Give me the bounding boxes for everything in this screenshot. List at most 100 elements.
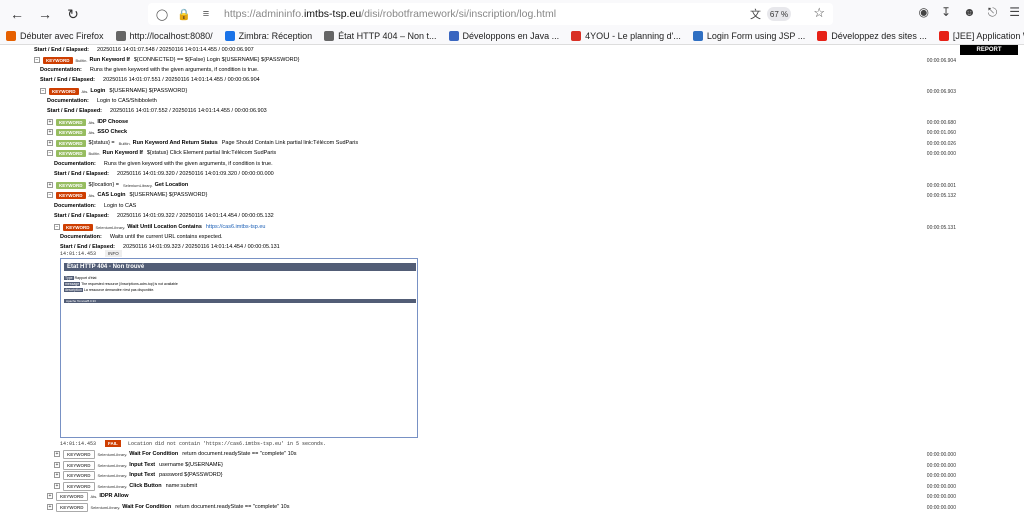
bookmark-item[interactable]: [JEE] Application Web... bbox=[938, 31, 1024, 41]
bookmark-item[interactable]: 4YOU - Le planning d'... bbox=[571, 31, 681, 41]
fail-message: Location did not contain 'https://cas6.i… bbox=[128, 441, 327, 447]
message-timestamp: 14:01:14.453 bbox=[60, 251, 97, 257]
embed-type: Type Rapport d'état bbox=[64, 276, 97, 280]
menu-icon[interactable]: ☰ bbox=[1009, 5, 1020, 20]
keyword-row[interactable]: − KEYWORD SeleniumLibrary. Wait Until Lo… bbox=[54, 223, 269, 231]
collapse-toggle[interactable]: − bbox=[47, 192, 53, 198]
collapse-toggle[interactable]: − bbox=[47, 150, 53, 156]
expand-toggle[interactable]: + bbox=[47, 493, 53, 499]
url-text[interactable]: https://admininfo.imtbs-tsp.eu/disi/robo… bbox=[224, 8, 556, 20]
keyword-row[interactable]: − KEYWORD Builtin. Run Keyword If ${stat… bbox=[47, 149, 280, 157]
keyword-badge: KEYWORD bbox=[56, 139, 86, 147]
keyword-badge: KEYWORD bbox=[63, 223, 93, 231]
elapsed-time: 00:00:00.000 bbox=[926, 494, 956, 500]
expand-toggle[interactable]: + bbox=[54, 451, 60, 457]
robot-log: REPORT Start / End / Elapsed: 20250116 1… bbox=[0, 45, 1024, 517]
keyword-row[interactable]: + KEYWORD SeleniumLibrary. Wait For Cond… bbox=[47, 502, 293, 512]
keyword-badge: KEYWORD bbox=[56, 149, 86, 157]
bookmark-label: Zimbra: Réception bbox=[238, 31, 313, 41]
expand-toggle[interactable]: + bbox=[54, 483, 60, 489]
jsp-icon bbox=[692, 31, 703, 41]
bookmark-label: Login Form using JSP ... bbox=[706, 31, 806, 41]
keyword-row[interactable]: + KEYWORD ${location} = SeleniumLibrary.… bbox=[47, 181, 192, 189]
shield-icon[interactable]: ◯ bbox=[154, 8, 170, 21]
keyword-badge: KEYWORD bbox=[56, 128, 86, 136]
bookmark-item[interactable]: Login Form using JSP ... bbox=[692, 31, 806, 41]
bookmark-item[interactable]: État HTTP 404 – Non t... bbox=[324, 31, 437, 41]
keyword-badge: KEYWORD bbox=[56, 191, 86, 199]
doc-row: Documentation: Login to CAS bbox=[54, 203, 137, 209]
keyword-row[interactable]: − KEYWORD Builtin. Run Keyword If ${CONN… bbox=[34, 56, 958, 64]
collapse-toggle[interactable]: − bbox=[54, 224, 60, 230]
elapsed-time: 00:00:05.132 bbox=[926, 193, 956, 199]
bookmark-label: Débuter avec Firefox bbox=[20, 31, 104, 41]
keyword-row[interactable]: + KEYWORD Ats. IDP Choose bbox=[47, 118, 132, 126]
4you-icon bbox=[571, 31, 582, 41]
elapsed-time: 00:00:00.680 bbox=[926, 120, 956, 126]
fail-level: FAIL bbox=[105, 440, 121, 447]
bookmark-label: Développons en Java ... bbox=[462, 31, 560, 41]
globe-icon bbox=[115, 31, 126, 41]
keyword-row[interactable]: + KEYWORD Ats. SSO Check bbox=[47, 128, 131, 136]
keyword-row[interactable]: − KEYWORD Ats. CAS Login ${USERNAME} ${P… bbox=[47, 191, 211, 199]
forward-icon[interactable]: → bbox=[34, 3, 56, 25]
download-icon[interactable]: ↧ bbox=[941, 5, 951, 20]
bookmark-item[interactable]: Zimbra: Réception bbox=[224, 31, 313, 41]
meta-row: Start / End / Elapsed: 20250116 14:01:09… bbox=[54, 213, 274, 219]
globe-icon bbox=[324, 31, 335, 41]
collapse-toggle[interactable]: − bbox=[34, 57, 40, 63]
expand-toggle[interactable]: + bbox=[47, 119, 53, 125]
lock-icon[interactable]: 🔒 bbox=[176, 8, 192, 21]
account-icon[interactable]: ☻ bbox=[963, 5, 976, 20]
keyword-row[interactable]: + KEYWORD SeleniumLibrary. Input Text pa… bbox=[54, 470, 227, 480]
expand-toggle[interactable]: + bbox=[47, 182, 53, 188]
java-icon bbox=[448, 31, 459, 41]
keyword-row[interactable]: + KEYWORD SeleniumLibrary. Input Text us… bbox=[54, 460, 227, 470]
pocket-icon[interactable]: ◉ bbox=[919, 5, 929, 20]
meta-row: Start / End / Elapsed: 20250116 14:01:07… bbox=[40, 77, 260, 83]
browser-toolbar: ← → ↻ ◯ 🔒 ≡ https://admininfo.imtbs-tsp.… bbox=[0, 0, 1024, 28]
url-bar[interactable]: ◯ 🔒 ≡ https://admininfo.imtbs-tsp.eu/dis… bbox=[148, 3, 833, 25]
location-link[interactable]: https://cas6.imtbs-tsp.eu bbox=[206, 224, 266, 230]
keyword-row[interactable]: + KEYWORD SeleniumLibrary. Wait For Cond… bbox=[54, 449, 300, 459]
expand-toggle[interactable]: + bbox=[54, 462, 60, 468]
embed-description: description La ressource demandée n'est … bbox=[64, 288, 155, 292]
bookmark-star-icon[interactable]: ☆ bbox=[813, 5, 825, 21]
expand-toggle[interactable]: + bbox=[47, 140, 53, 146]
zoom-level[interactable]: 67 % bbox=[767, 7, 791, 21]
screenshot-embed[interactable]: État HTTP 404 - Non trouvé Type Rapport … bbox=[60, 258, 418, 438]
elapsed-time: 00:00:00.001 bbox=[926, 183, 956, 189]
expand-toggle[interactable]: + bbox=[54, 472, 60, 478]
firefox-icon bbox=[6, 31, 16, 41]
elapsed-time: 00:00:06.903 bbox=[926, 89, 956, 95]
bookmark-item[interactable]: Débuter avec Firefox bbox=[6, 31, 104, 41]
embed-title: État HTTP 404 - Non trouvé bbox=[64, 263, 416, 271]
keyword-badge: KEYWORD bbox=[56, 181, 86, 189]
meta-row: Start / End / Elapsed: 20250116 14:01:09… bbox=[60, 244, 280, 250]
doc-row: Documentation: Login to CAS/Shibboleth bbox=[47, 98, 157, 104]
keyword-row[interactable]: − KEYWORD Ats. Login ${USERNAME} ${PASSW… bbox=[40, 87, 191, 95]
bookmark-item[interactable]: http://localhost:8080/ bbox=[115, 31, 213, 41]
elapsed-time: 00:00:00.000 bbox=[926, 473, 956, 479]
reload-icon[interactable]: ↻ bbox=[62, 3, 84, 25]
keyword-row[interactable]: + KEYWORD ${status} = Builtin. Run Keywo… bbox=[47, 139, 362, 147]
keyword-row[interactable]: + KEYWORD Ats. IDPR Allow bbox=[47, 491, 133, 501]
keyword-badge: KEYWORD bbox=[63, 460, 95, 470]
bookmarks-bar: Débuter avec Firefox http://localhost:808… bbox=[0, 28, 1024, 45]
keyword-row[interactable]: + KEYWORD SeleniumLibrary. Click Button … bbox=[54, 481, 201, 491]
collapse-toggle[interactable]: − bbox=[40, 88, 46, 94]
bookmark-item[interactable]: Développons en Java ... bbox=[448, 31, 560, 41]
expand-toggle[interactable]: + bbox=[47, 129, 53, 135]
permissions-icon[interactable]: ≡ bbox=[198, 8, 214, 20]
info-level: INFO bbox=[105, 250, 122, 257]
translate-icon[interactable]: 文 bbox=[750, 6, 761, 22]
doc-row: Documentation: Runs the given keyword wi… bbox=[40, 67, 259, 73]
extensions-icon[interactable]: ⎋ bbox=[988, 5, 998, 20]
zimbra-icon bbox=[224, 31, 235, 41]
report-link[interactable]: REPORT bbox=[960, 45, 1018, 55]
bookmark-item[interactable]: Développez des sites ... bbox=[817, 31, 927, 41]
expand-toggle[interactable]: + bbox=[47, 504, 53, 510]
elapsed-time: 00:00:00.000 bbox=[926, 452, 956, 458]
bookmark-label: État HTTP 404 – Non t... bbox=[338, 31, 437, 41]
back-icon[interactable]: ← bbox=[6, 3, 28, 25]
